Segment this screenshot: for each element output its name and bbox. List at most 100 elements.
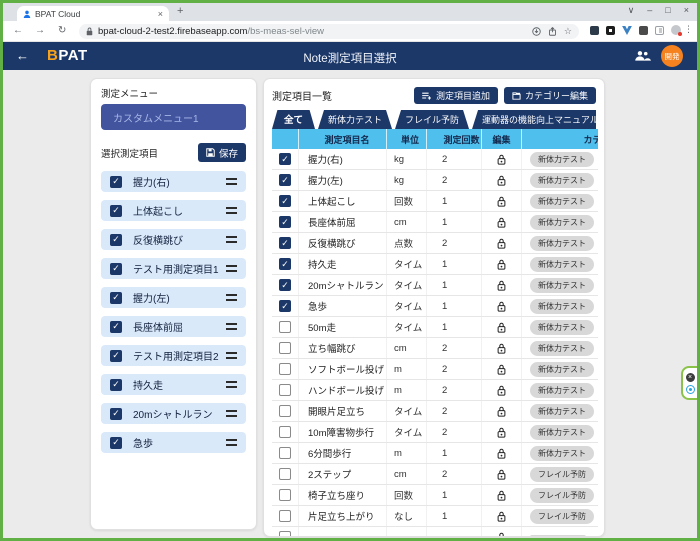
row-checkbox[interactable] bbox=[279, 405, 291, 417]
table-row[interactable]: 立ち幅跳び cm 2 新体力テスト bbox=[272, 338, 598, 359]
item-checkbox[interactable]: ✓ bbox=[110, 205, 122, 217]
row-checkbox[interactable]: ✓ bbox=[279, 195, 291, 207]
row-checkbox[interactable]: ✓ bbox=[279, 300, 291, 312]
table-row[interactable]: ✓ 反復横跳び 点数 2 新体力テスト bbox=[272, 233, 598, 254]
category-tab[interactable]: 新体力テスト bbox=[318, 110, 392, 129]
reload-icon[interactable]: ↻ bbox=[58, 25, 66, 36]
forward-icon[interactable]: → bbox=[35, 25, 45, 36]
row-checkbox[interactable]: ✓ bbox=[279, 279, 291, 291]
maximize-icon[interactable]: □ bbox=[665, 5, 670, 16]
selected-item[interactable]: ✓ 握力(左) bbox=[101, 287, 246, 308]
row-checkbox[interactable] bbox=[279, 342, 291, 354]
drag-handle-icon[interactable] bbox=[226, 207, 237, 214]
table-row[interactable]: 10m障害物歩行 タイム 2 新体力テスト bbox=[272, 422, 598, 443]
drag-handle-icon[interactable] bbox=[226, 410, 237, 417]
extension-v-icon[interactable] bbox=[622, 26, 632, 35]
new-tab-button[interactable]: + bbox=[177, 5, 183, 17]
widget-record-icon[interactable] bbox=[686, 385, 695, 394]
category-tab[interactable]: 全て bbox=[272, 110, 315, 129]
item-checkbox[interactable]: ✓ bbox=[110, 437, 122, 449]
item-checkbox[interactable]: ✓ bbox=[110, 292, 122, 304]
profile-avatar-icon[interactable] bbox=[671, 25, 681, 35]
table-row[interactable]: ✓ 急歩 タイム 1 新体力テスト bbox=[272, 296, 598, 317]
table-row[interactable]: 片足立ち上がり なし 1 フレイル予防 bbox=[272, 506, 598, 527]
row-checkbox[interactable]: ✓ bbox=[279, 174, 291, 186]
bookmark-star-icon[interactable]: ☆ bbox=[564, 26, 572, 37]
selected-item[interactable]: ✓ 握力(右) bbox=[101, 171, 246, 192]
selected-item[interactable]: ✓ テスト用測定項目1 bbox=[101, 258, 246, 279]
item-checkbox[interactable]: ✓ bbox=[110, 379, 122, 391]
close-window-icon[interactable]: × bbox=[684, 5, 689, 16]
item-checkbox[interactable]: ✓ bbox=[110, 321, 122, 333]
selected-item[interactable]: ✓ 20mシャトルラン bbox=[101, 403, 246, 424]
drag-handle-icon[interactable] bbox=[226, 265, 237, 272]
row-checkbox[interactable] bbox=[279, 363, 291, 375]
selected-item[interactable]: ✓ 急歩 bbox=[101, 432, 246, 453]
drag-handle-icon[interactable] bbox=[226, 439, 237, 446]
table-row[interactable] bbox=[272, 527, 598, 537]
item-checkbox[interactable]: ✓ bbox=[110, 234, 122, 246]
item-checkbox[interactable]: ✓ bbox=[110, 263, 122, 275]
row-checkbox[interactable] bbox=[279, 468, 291, 480]
extensions-puzzle-icon[interactable] bbox=[639, 26, 648, 35]
row-checkbox[interactable]: ✓ bbox=[279, 258, 291, 270]
extension-icon-1[interactable] bbox=[590, 26, 599, 35]
selected-item[interactable]: ✓ 上体起こし bbox=[101, 200, 246, 221]
side-panel-icon[interactable] bbox=[655, 26, 664, 35]
row-checkbox[interactable] bbox=[279, 531, 291, 537]
address-bar[interactable]: bpat-cloud-2-test2.firebaseapp.com/bs-me… bbox=[79, 24, 579, 39]
table-row[interactable]: 50m走 タイム 1 新体力テスト bbox=[272, 317, 598, 338]
save-button[interactable]: 保存 bbox=[198, 143, 246, 162]
row-checkbox[interactable] bbox=[279, 447, 291, 459]
row-checkbox[interactable]: ✓ bbox=[279, 153, 291, 165]
item-checkbox[interactable]: ✓ bbox=[110, 408, 122, 420]
selected-item[interactable]: ✓ テスト用測定項目2 bbox=[101, 345, 246, 366]
table-row[interactable]: ✓ 握力(右) kg 2 新体力テスト bbox=[272, 149, 598, 170]
browser-menu-icon[interactable]: ⋮ bbox=[684, 24, 693, 35]
table-row[interactable]: ✓ 握力(左) kg 2 新体力テスト bbox=[272, 170, 598, 191]
close-tab-icon[interactable]: × bbox=[158, 9, 163, 19]
widget-close-icon[interactable]: × bbox=[686, 373, 695, 382]
drag-handle-icon[interactable] bbox=[226, 323, 237, 330]
item-checkbox[interactable]: ✓ bbox=[110, 350, 122, 362]
chevron-down-icon[interactable]: ∨ bbox=[628, 5, 635, 16]
table-row[interactable]: ✓ 上体起こし 回数 1 新体力テスト bbox=[272, 191, 598, 212]
table-row[interactable]: 6分間歩行 m 1 新体力テスト bbox=[272, 443, 598, 464]
drag-handle-icon[interactable] bbox=[226, 381, 237, 388]
install-app-icon[interactable] bbox=[532, 27, 541, 36]
minimize-icon[interactable]: – bbox=[647, 5, 652, 16]
drag-handle-icon[interactable] bbox=[226, 294, 237, 301]
table-row[interactable]: ✓ 20mシャトルラン タイム 1 新体力テスト bbox=[272, 275, 598, 296]
people-icon[interactable] bbox=[634, 50, 651, 61]
table-row[interactable]: ✓ 長座体前屈 cm 1 新体力テスト bbox=[272, 212, 598, 233]
browser-tab[interactable]: BPAT Cloud × bbox=[17, 6, 169, 21]
row-checkbox[interactable] bbox=[279, 426, 291, 438]
extension-icon-2[interactable] bbox=[606, 26, 615, 35]
drag-handle-icon[interactable] bbox=[226, 236, 237, 243]
table-row[interactable]: ✓ 持久走 タイム 1 新体力テスト bbox=[272, 254, 598, 275]
drag-handle-icon[interactable] bbox=[226, 352, 237, 359]
dev-badge[interactable]: 開発 bbox=[661, 45, 683, 67]
selected-item[interactable]: ✓ 持久走 bbox=[101, 374, 246, 395]
row-checkbox[interactable]: ✓ bbox=[279, 237, 291, 249]
back-icon[interactable]: ← bbox=[13, 25, 23, 36]
row-checkbox[interactable] bbox=[279, 384, 291, 396]
row-checkbox[interactable] bbox=[279, 321, 291, 333]
add-measurement-button[interactable]: 測定項目追加 bbox=[414, 87, 498, 104]
table-row[interactable]: ハンドボール投げ m 2 新体力テスト bbox=[272, 380, 598, 401]
custom-menu-button[interactable]: カスタムメニュー1 bbox=[101, 104, 246, 130]
table-row[interactable]: 椅子立ち座り 回数 1 フレイル予防 bbox=[272, 485, 598, 506]
category-tab[interactable]: 運動器の機能向上マニュアル bbox=[472, 110, 596, 129]
item-checkbox[interactable]: ✓ bbox=[110, 176, 122, 188]
table-row[interactable]: 2ステップ cm 2 フレイル予防 bbox=[272, 464, 598, 485]
row-checkbox[interactable] bbox=[279, 510, 291, 522]
table-row[interactable]: ソフトボール投げ m 2 新体力テスト bbox=[272, 359, 598, 380]
table-row[interactable]: 開眼片足立ち タイム 2 新体力テスト bbox=[272, 401, 598, 422]
category-tab[interactable]: フレイル予防 bbox=[395, 110, 469, 129]
drag-handle-icon[interactable] bbox=[226, 178, 237, 185]
edit-category-button[interactable]: カテゴリー編集 bbox=[504, 87, 596, 104]
selected-item[interactable]: ✓ 長座体前屈 bbox=[101, 316, 246, 337]
selected-item[interactable]: ✓ 反復横跳び bbox=[101, 229, 246, 250]
row-checkbox[interactable]: ✓ bbox=[279, 216, 291, 228]
row-checkbox[interactable] bbox=[279, 489, 291, 501]
